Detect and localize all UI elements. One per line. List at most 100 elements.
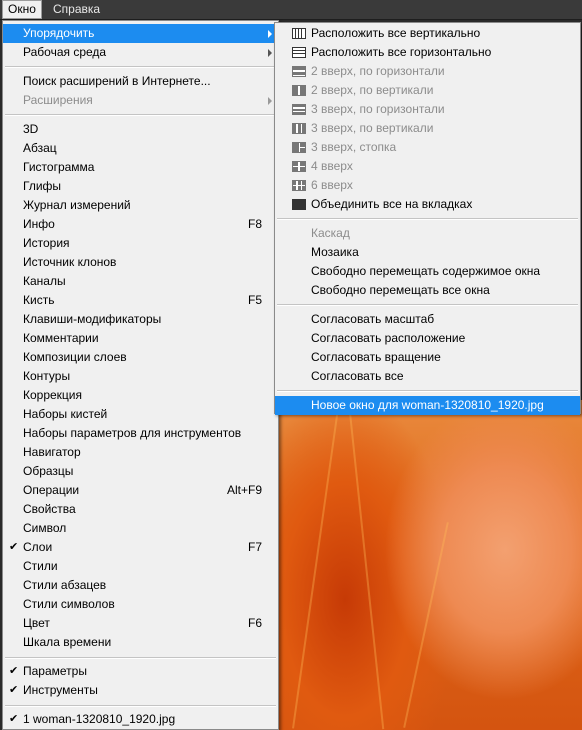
menu-separator <box>277 218 578 220</box>
menu-item-label: Цвет <box>23 616 50 630</box>
menu-item-label: Свободно перемещать содержимое окна <box>311 264 541 278</box>
menu-item-label: 3 вверх, стопка <box>311 140 397 154</box>
menu-item-panel[interactable]: Абзац <box>3 139 278 158</box>
submenu-item-arrange[interactable]: Расположить все вертикально <box>275 24 580 43</box>
menu-item-label: Коррекция <box>23 388 83 402</box>
menu-item-panel[interactable]: Цвет F6 <box>3 614 278 633</box>
menubar: Окно Справка <box>0 0 582 20</box>
menu-item-label: Согласовать масштаб <box>311 312 435 326</box>
submenu-item-new-window[interactable]: Новое окно для woman-1320810_1920.jpg <box>275 396 580 415</box>
menu-item-label: Рабочая среда <box>23 45 107 59</box>
menu-separator <box>277 304 578 306</box>
menu-item-panel[interactable]: ✔ Слои F7 <box>3 538 278 557</box>
menu-item-panel[interactable]: Инфо F8 <box>3 215 278 234</box>
menu-item-panel[interactable]: 3D <box>3 120 278 139</box>
menu-item-panel[interactable]: Каналы <box>3 272 278 291</box>
menu-item-label: Расширения <box>23 93 93 107</box>
menu-item-label: Расположить все вертикально <box>311 26 481 40</box>
menu-item-panel[interactable]: Кисть F5 <box>3 291 278 310</box>
menu-item-workspace[interactable]: Рабочая среда <box>3 43 278 62</box>
submenu-item-arrange[interactable]: 3 вверх, по горизонтали <box>275 100 580 119</box>
menu-item-label: Расположить все горизонтально <box>311 45 492 59</box>
check-icon: ✔ <box>9 541 19 553</box>
menu-item-label: Наборы кистей <box>23 407 108 421</box>
menu-item-label: Комментарии <box>23 331 99 345</box>
menu-item-panel[interactable]: Клавиши-модификаторы <box>3 310 278 329</box>
menu-item-panel[interactable]: Журнал измерений <box>3 196 278 215</box>
menu-item-label: Каскад <box>311 226 350 240</box>
menu-item-panel[interactable]: Образцы <box>3 462 278 481</box>
submenu-item-arrange[interactable]: 4 вверх <box>275 157 580 176</box>
submenu-item-window[interactable]: Свободно перемещать содержимое окна <box>275 262 580 281</box>
menu-item-label: 4 вверх <box>311 159 353 173</box>
menu-item-panel[interactable]: Операции Alt+F9 <box>3 481 278 500</box>
submenu-item-match[interactable]: Согласовать расположение <box>275 329 580 348</box>
menu-separator <box>5 114 276 116</box>
submenu-item-match[interactable]: Согласовать вращение <box>275 348 580 367</box>
submenu-item-window[interactable]: Свободно перемещать все окна <box>275 281 580 300</box>
shortcut-label: F7 <box>247 540 262 554</box>
menu-item-panel[interactable]: Контуры <box>3 367 278 386</box>
submenu-item-match[interactable]: Согласовать масштаб <box>275 310 580 329</box>
menu-item-panel[interactable]: Источник клонов <box>3 253 278 272</box>
menu-item-panel[interactable]: Навигатор <box>3 443 278 462</box>
menu-item-label: Объединить все на вкладках <box>311 197 473 211</box>
submenu-item-arrange[interactable]: 3 вверх, по вертикали <box>275 119 580 138</box>
menu-item-label: Кисть <box>23 293 55 307</box>
submenu-item-match[interactable]: Согласовать все <box>275 367 580 386</box>
menu-item-panel[interactable]: Стили абзацев <box>3 576 278 595</box>
tile-vertical-icon <box>292 28 306 39</box>
shortcut-label: F8 <box>247 217 262 231</box>
menu-item-label: История <box>23 236 70 250</box>
consolidate-tabs-icon <box>292 199 306 210</box>
shortcut-label: F5 <box>247 293 262 307</box>
menu-item-panel[interactable]: Стили <box>3 557 278 576</box>
six-up-icon <box>292 180 306 191</box>
menu-item-label: Мозаика <box>311 245 359 259</box>
submenu-item-arrange[interactable]: 2 вверх, по горизонтали <box>275 62 580 81</box>
three-up-horizontal-icon <box>292 104 306 115</box>
menu-item-panel[interactable]: Стили символов <box>3 595 278 614</box>
menu-item-panel[interactable]: Наборы параметров для инструментов <box>3 424 278 443</box>
menu-help[interactable]: Справка <box>48 1 105 18</box>
menu-item-label: Согласовать вращение <box>311 350 441 364</box>
menu-item-option[interactable]: ✔ Инструменты <box>3 681 278 700</box>
menu-item-label: Глифы <box>23 179 62 193</box>
menu-window[interactable]: Окно <box>2 0 42 19</box>
menu-item-label: Навигатор <box>23 445 81 459</box>
two-up-vertical-icon <box>292 85 306 96</box>
three-up-vertical-icon <box>292 123 306 134</box>
submenu-item-arrange[interactable]: Объединить все на вкладках <box>275 195 580 214</box>
menu-item-option[interactable]: ✔ Параметры <box>3 662 278 681</box>
submenu-item-arrange[interactable]: Расположить все горизонтально <box>275 43 580 62</box>
menu-item-panel[interactable]: Глифы <box>3 177 278 196</box>
menu-item-arrange[interactable]: Упорядочить <box>3 24 278 43</box>
submenu-item-arrange[interactable]: 3 вверх, стопка <box>275 138 580 157</box>
window-menu: Упорядочить Рабочая среда Поиск расширений… <box>2 20 279 730</box>
three-up-stacked-icon <box>292 142 306 153</box>
menu-item-find-extensions[interactable]: Поиск расширений в Интернете... <box>3 72 278 91</box>
menu-item-extensions[interactable]: Расширения <box>3 91 278 110</box>
menu-item-label: Журнал измерений <box>23 198 131 212</box>
menu-item-panel[interactable]: Символ <box>3 519 278 538</box>
menu-item-label: Инструменты <box>23 683 98 697</box>
submenu-item-arrange[interactable]: 6 вверх <box>275 176 580 195</box>
menu-item-label: Абзац <box>23 141 57 155</box>
submenu-item-window[interactable]: Мозаика <box>275 243 580 262</box>
menu-item-panel[interactable]: Гистограмма <box>3 158 278 177</box>
menu-item-panel[interactable]: История <box>3 234 278 253</box>
menu-item-panel[interactable]: Наборы кистей <box>3 405 278 424</box>
menu-item-label: Параметры <box>23 664 87 678</box>
menu-item-label: Источник клонов <box>23 255 117 269</box>
menu-item-panel[interactable]: Шкала времени <box>3 633 278 652</box>
menu-item-panel[interactable]: Свойства <box>3 500 278 519</box>
menu-item-document[interactable]: ✔ 1 woman-1320810_1920.jpg <box>3 710 278 729</box>
check-icon: ✔ <box>9 684 19 696</box>
menu-item-label: Упорядочить <box>23 26 95 40</box>
menu-item-panel[interactable]: Композиции слоев <box>3 348 278 367</box>
submenu-item-window[interactable]: Каскад <box>275 224 580 243</box>
menu-item-panel[interactable]: Коррекция <box>3 386 278 405</box>
check-icon: ✔ <box>9 713 19 725</box>
menu-item-panel[interactable]: Комментарии <box>3 329 278 348</box>
submenu-item-arrange[interactable]: 2 вверх, по вертикали <box>275 81 580 100</box>
